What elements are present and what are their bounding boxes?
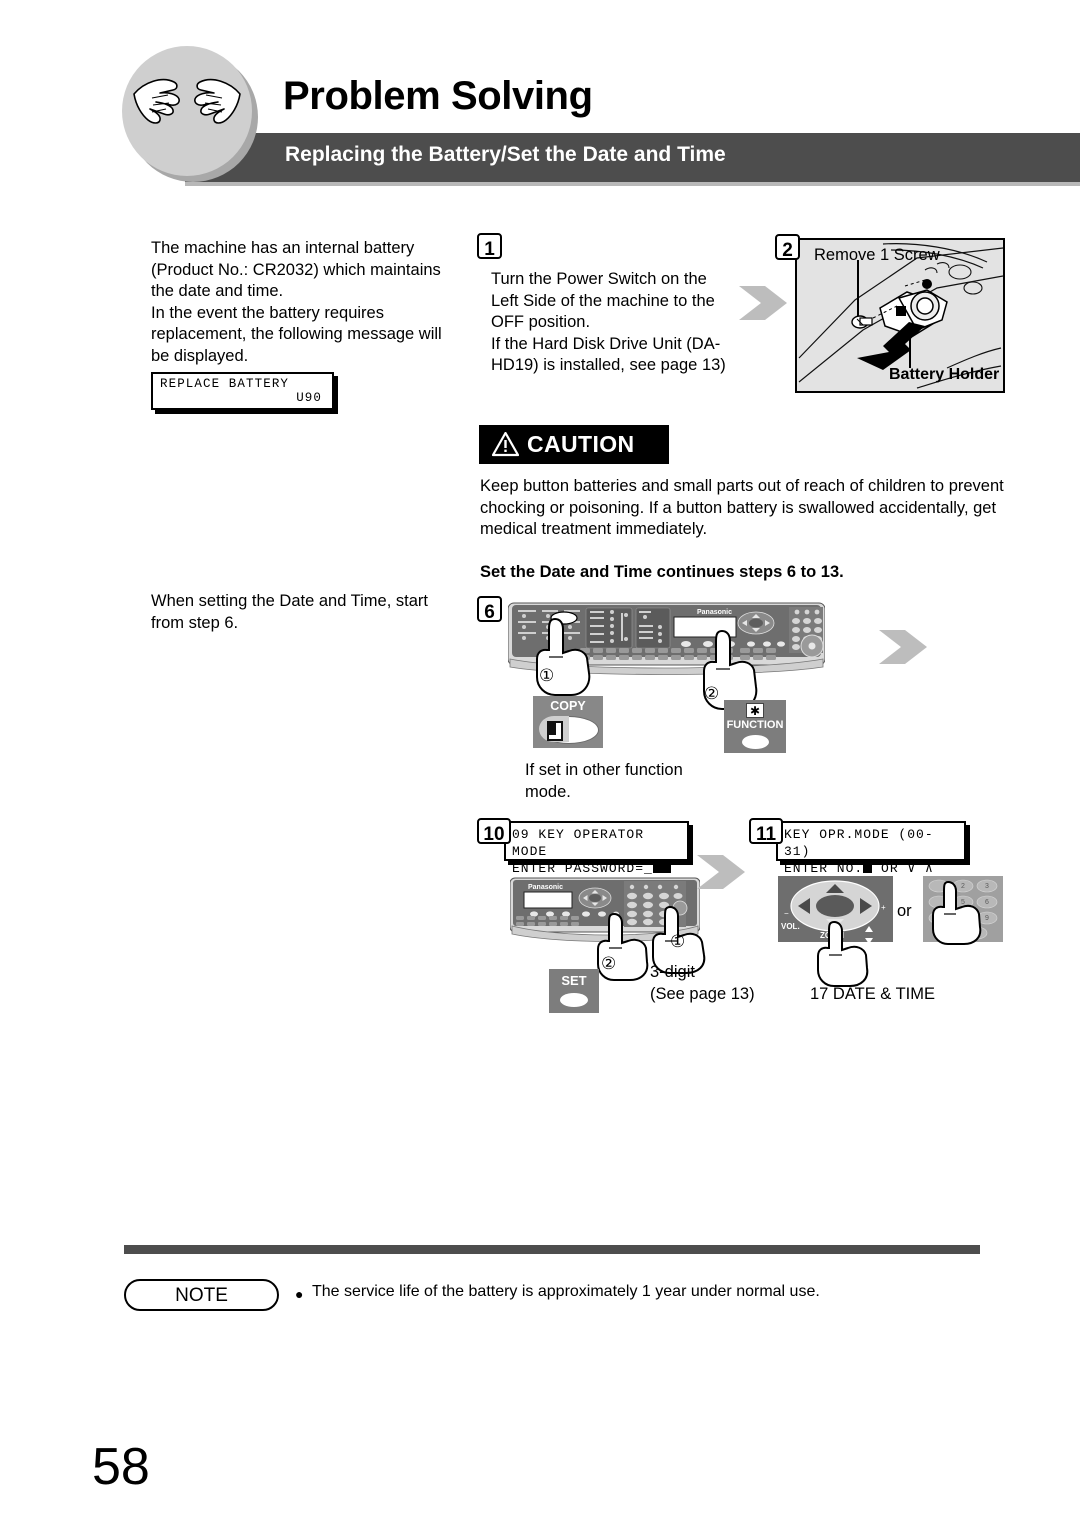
pointing-hand-icon-4 (592, 912, 650, 987)
lcd-key-opr-mode: KEY OPR.MODE (00-31) ENTER NO. OR ∨ ∧ (776, 821, 966, 876)
label-battery-holder: Battery Holder (889, 366, 1000, 383)
flow-arrow-icon-1 (739, 286, 787, 320)
lcd-line-1: REPLACE BATTERY (160, 377, 290, 391)
note-badge: NOTE (124, 1279, 279, 1311)
step-number-10: 10 (477, 818, 511, 844)
lcd-replace-battery: REPLACE BATTERY U90 (151, 372, 334, 410)
svg-text:Panasonic: Panasonic (528, 884, 563, 891)
copy-icon (547, 721, 563, 741)
svg-text:9: 9 (985, 915, 989, 922)
step-number-2: 2 (775, 234, 800, 260)
marker-1-step10: ① (670, 932, 686, 951)
svg-text:6: 6 (985, 899, 989, 906)
lcd-key-operator-mode: 09 KEY OPERATOR MODE ENTER PASSWORD=_ (504, 821, 689, 876)
flow-arrow-icon-3 (697, 855, 745, 889)
function-button-oval (742, 735, 769, 749)
pointing-hand-icon-1 (529, 617, 595, 702)
caution-badge: CAUTION (479, 425, 669, 464)
step-number-11: 11 (749, 818, 783, 844)
when-setting-text: When setting the Date and Time, start fr… (151, 592, 428, 632)
svg-text:−: − (784, 909, 789, 918)
lcd10-line-2: ENTER PASSWORD=_ (512, 860, 681, 877)
function-button-label: FUNCTION (726, 719, 784, 731)
marker-2-step10: ② (601, 954, 617, 973)
label-remove-screw: Remove 1 Screw (814, 246, 940, 264)
lcd10-line-1: 09 KEY OPERATOR MODE (512, 827, 645, 859)
note-bullet-icon: ● (295, 1286, 304, 1302)
vol-label: VOL. (781, 922, 800, 931)
pointing-hand-icon-5 (812, 920, 870, 993)
copy-button-label: COPY (550, 699, 586, 713)
caution-body-text: Keep button batteries and small parts ou… (480, 477, 1004, 538)
footer-rule (124, 1245, 980, 1254)
intro-paragraph: The machine has an internal battery (Pro… (151, 239, 442, 365)
step-11-caption: 17 DATE & TIME (810, 985, 936, 1003)
step-number-1: 1 (477, 233, 502, 259)
page-header: Problem Solving Replacing the Battery/Se… (0, 0, 1080, 200)
header-band-shadow (185, 182, 1080, 186)
marker-2-step6: ② (704, 684, 720, 703)
step-1-text: Turn the Power Switch on the Left Side o… (491, 270, 726, 374)
step-10-caption: 3-digit (See page 13) (650, 963, 755, 1003)
function-button[interactable]: ✱ FUNCTION (724, 700, 786, 753)
hands-icon (122, 46, 252, 176)
svg-text:3: 3 (985, 883, 989, 890)
step-6-caption: If set in other function mode. (525, 761, 683, 801)
lcd11-line-1: KEY OPR.MODE (00-31) (784, 827, 934, 859)
set-button-oval (560, 993, 588, 1007)
caution-label: CAUTION (527, 431, 635, 457)
marker-1-step6: ① (539, 666, 555, 685)
svg-text:Panasonic: Panasonic (697, 609, 732, 616)
asterisk-icon: ✱ (746, 703, 764, 718)
lcd-line-2: U90 (296, 391, 322, 405)
set-button-label: SET (561, 973, 587, 988)
pointing-hand-icon-6 (928, 880, 982, 951)
svg-text:+: + (881, 903, 886, 912)
flow-arrow-icon-2 (879, 630, 927, 664)
set-date-time-heading: Set the Date and Time continues steps 6 … (480, 563, 844, 581)
set-button[interactable]: SET (549, 969, 599, 1013)
copy-button[interactable]: COPY (533, 696, 603, 748)
warning-triangle-icon (492, 432, 519, 457)
step-number-6: 6 (477, 596, 502, 622)
page-title: Problem Solving (283, 74, 593, 118)
page-subtitle: Replacing the Battery/Set the Date and T… (285, 143, 726, 166)
page-number: 58 (92, 1438, 150, 1496)
or-label: or (897, 902, 912, 920)
note-text: The service life of the battery is appro… (312, 1283, 820, 1300)
lcd11-line-2: ENTER NO. OR ∨ ∧ (784, 861, 934, 876)
